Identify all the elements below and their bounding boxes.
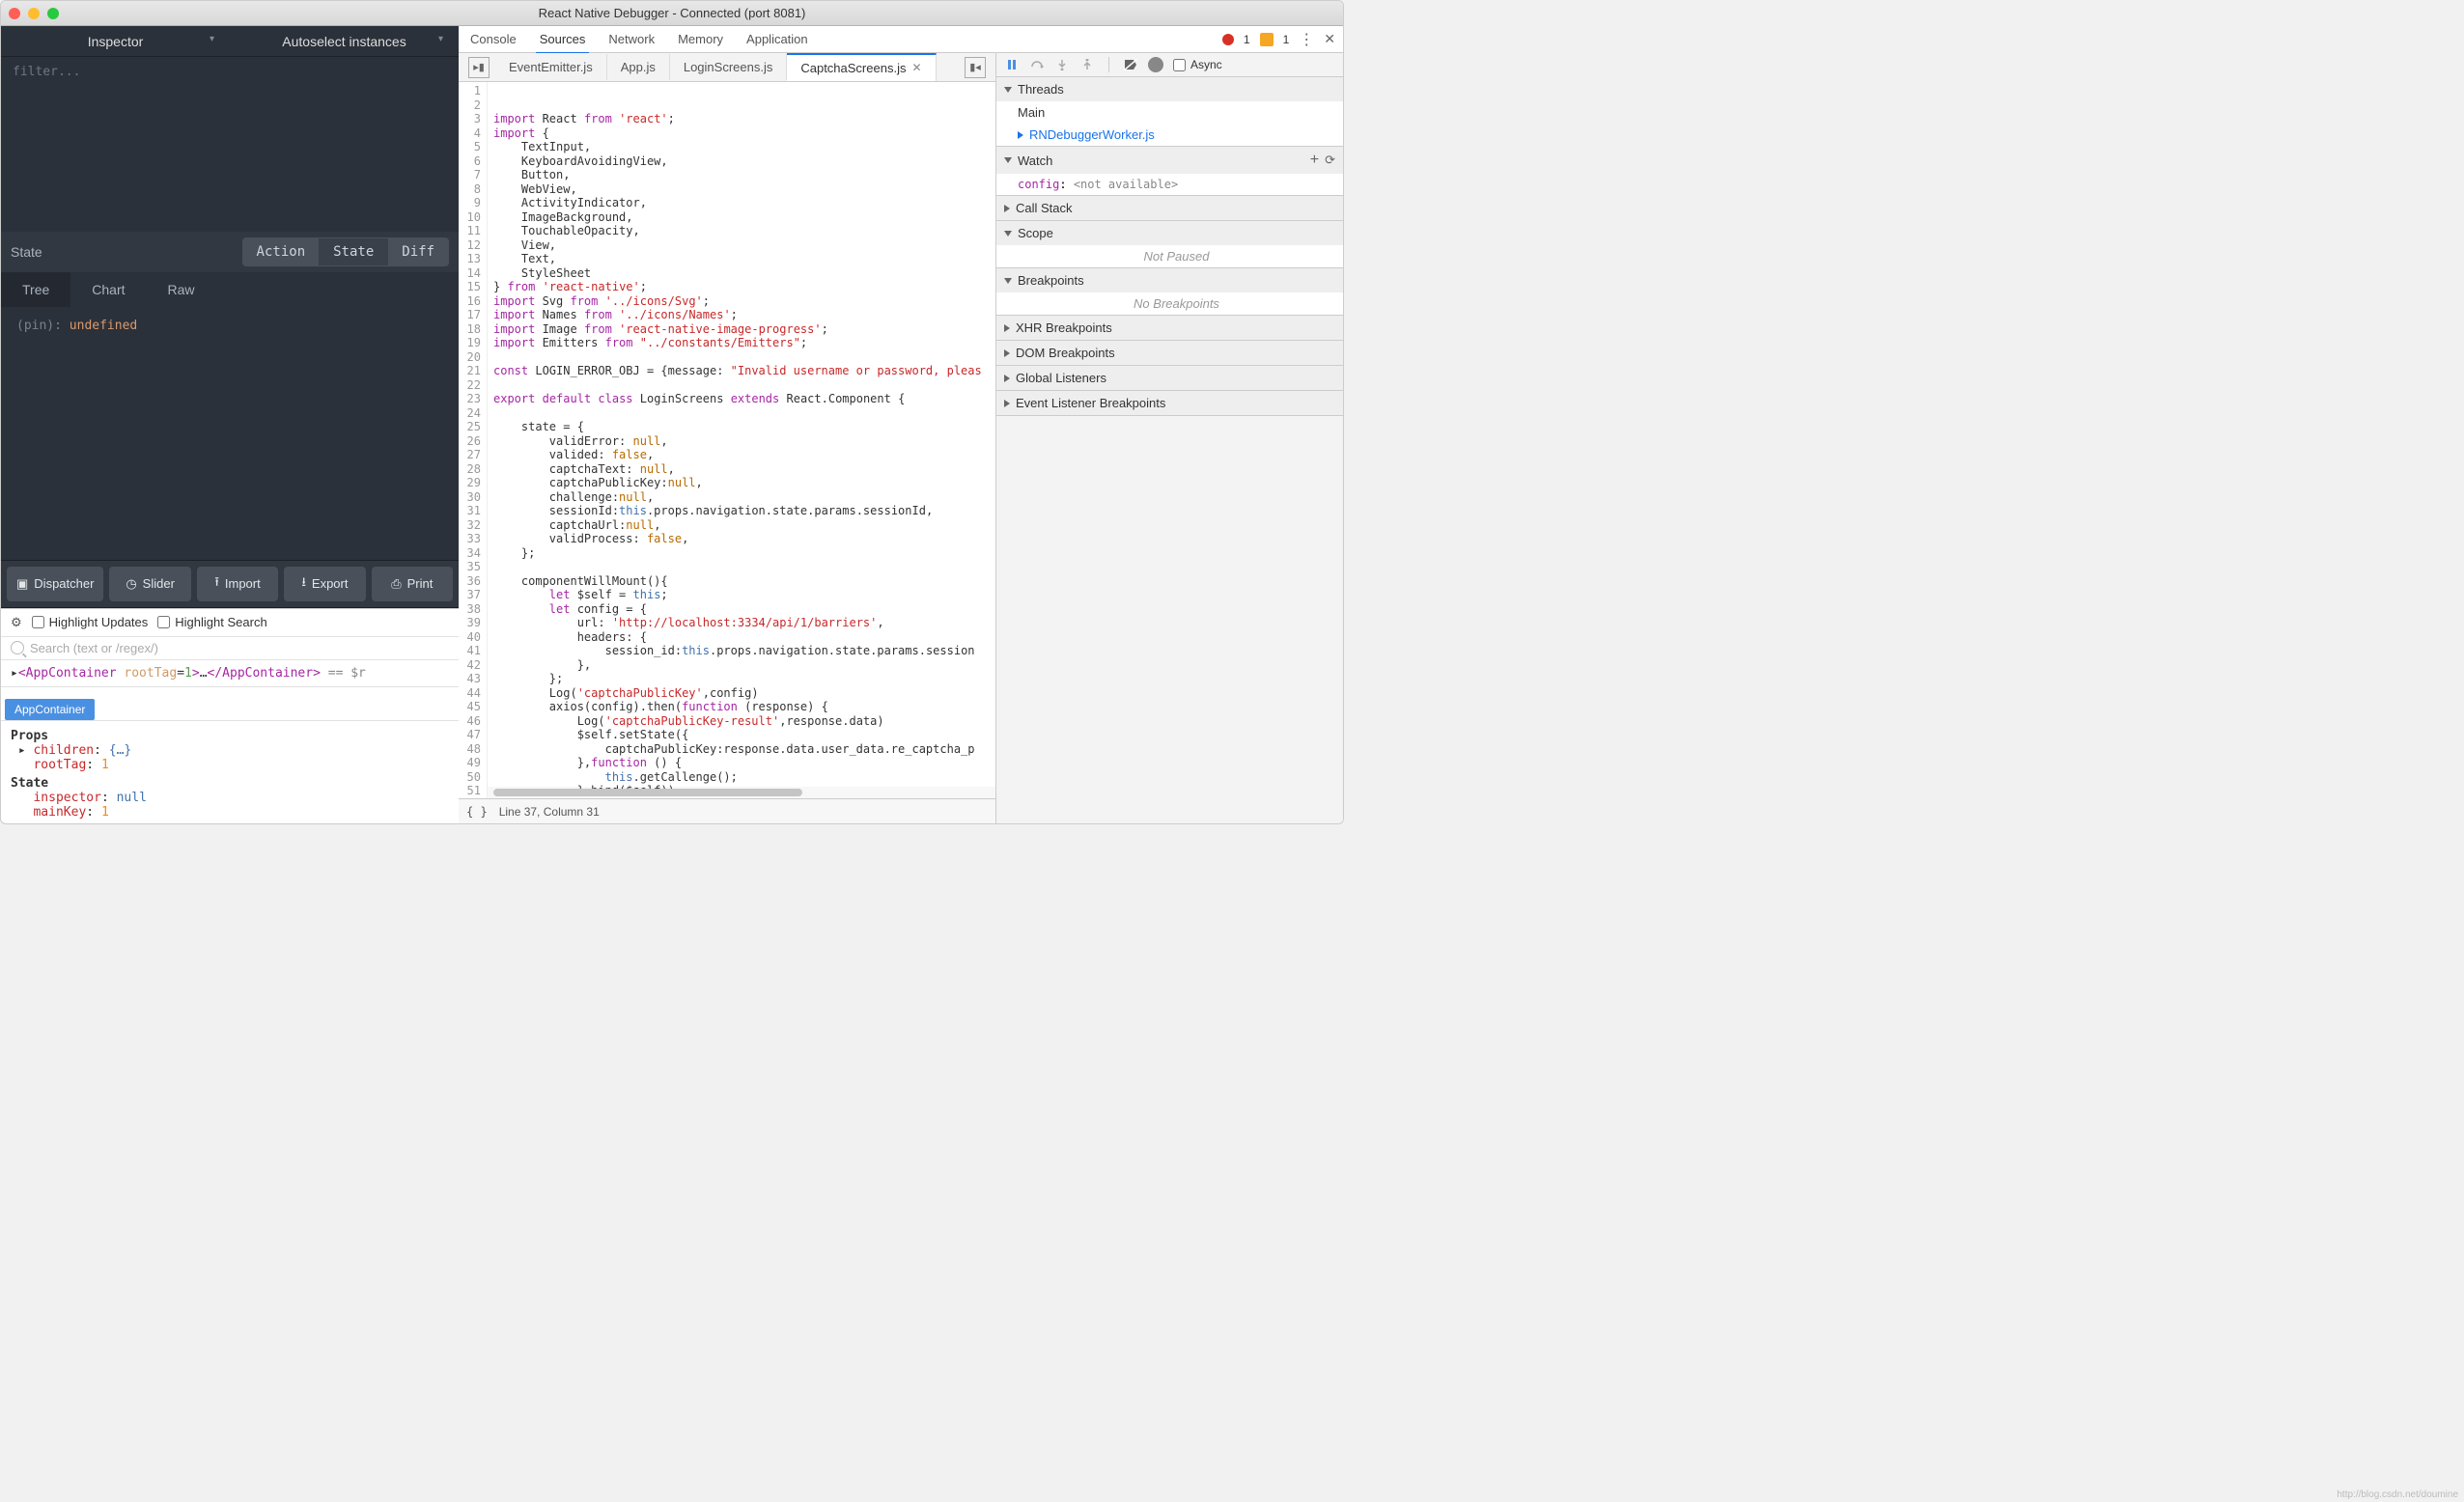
refresh-watch-icon[interactable]: ⟳ — [1325, 153, 1335, 168]
scope-not-paused: Not Paused — [996, 245, 1343, 267]
pause-on-exceptions-button[interactable] — [1148, 57, 1163, 72]
view-tree[interactable]: Tree — [1, 272, 70, 307]
arrow-right-icon — [1018, 131, 1023, 139]
async-checkbox[interactable]: Async — [1173, 58, 1222, 71]
export-button[interactable]: ⭳Export — [284, 567, 365, 601]
tab-memory[interactable]: Memory — [674, 26, 727, 52]
thread-main[interactable]: Main — [996, 101, 1343, 124]
search-icon — [11, 641, 24, 654]
dispatcher-button[interactable]: ▣Dispatcher — [7, 567, 103, 601]
tab-sources[interactable]: Sources — [536, 26, 590, 54]
inspector-dropdown[interactable]: Inspector — [1, 28, 230, 55]
more-icon[interactable]: ⋮ — [1299, 30, 1314, 49]
titlebar: React Native Debugger - Connected (port … — [1, 1, 1343, 26]
file-tab-1[interactable]: App.js — [607, 54, 670, 80]
window-title: React Native Debugger - Connected (port … — [1, 6, 1343, 20]
step-over-button[interactable] — [1029, 57, 1045, 72]
cursor-position: Line 37, Column 31 — [499, 805, 600, 819]
file-tab-2[interactable]: LoginScreens.js — [670, 54, 788, 80]
highlight-updates-checkbox[interactable]: Highlight Updates — [32, 615, 149, 629]
tab-console[interactable]: Console — [466, 26, 520, 52]
print-icon: ⎙ — [391, 576, 401, 592]
tab-network[interactable]: Network — [604, 26, 658, 52]
tab-application[interactable]: Application — [742, 26, 812, 52]
highlight-search-checkbox[interactable]: Highlight Search — [157, 615, 266, 629]
close-window-button[interactable] — [9, 8, 20, 19]
add-watch-icon[interactable]: + — [1310, 152, 1319, 169]
props-panel: Props ▸ children: {…} rootTag: 1 State i… — [1, 720, 459, 823]
slider-button[interactable]: ◷Slider — [109, 567, 190, 601]
xhr-breakpoints-header[interactable]: XHR Breakpoints — [996, 316, 1343, 340]
file-tab-3[interactable]: CaptchaScreens.js✕ — [787, 53, 936, 81]
close-devtools-icon[interactable]: ✕ — [1324, 31, 1335, 47]
pin-row: (pin): undefined — [1, 307, 459, 345]
format-icon[interactable]: { } — [466, 805, 488, 819]
view-chart[interactable]: Chart — [70, 272, 146, 307]
state-label: State — [11, 244, 42, 260]
filter-input[interactable]: filter... — [1, 57, 459, 87]
breadcrumb[interactable]: AppContainer — [5, 699, 95, 720]
step-out-button[interactable] — [1079, 57, 1095, 72]
seg-action[interactable]: Action — [243, 238, 321, 265]
upload-icon: ⭱ — [214, 573, 219, 595]
deactivate-breakpoints-button[interactable] — [1123, 57, 1138, 72]
resume-button[interactable] — [1004, 57, 1020, 72]
debugger-toggle-icon[interactable]: ▮◂ — [965, 57, 986, 78]
threads-header[interactable]: Threads — [996, 77, 1343, 101]
autoselect-dropdown[interactable]: Autoselect instances — [230, 28, 459, 55]
seg-diff[interactable]: Diff — [388, 238, 448, 265]
scope-header[interactable]: Scope — [996, 221, 1343, 245]
error-icon[interactable] — [1222, 34, 1234, 45]
seg-state[interactable]: State — [320, 238, 388, 265]
watch-header[interactable]: Watch+⟳ — [996, 147, 1343, 174]
warning-icon[interactable] — [1260, 33, 1274, 46]
global-listeners-header[interactable]: Global Listeners — [996, 366, 1343, 390]
line-gutter: 1234567891011121314151617181920212223242… — [459, 82, 488, 798]
code-editor[interactable]: import React from 'react';import { TextI… — [488, 82, 995, 798]
terminal-icon: ▣ — [16, 576, 28, 592]
navigator-toggle-icon[interactable]: ▸▮ — [468, 57, 490, 78]
view-raw[interactable]: Raw — [147, 272, 216, 307]
minimize-window-button[interactable] — [28, 8, 40, 19]
search-input[interactable]: Search (text or /regex/) — [30, 641, 158, 655]
horizontal-scrollbar[interactable] — [488, 787, 995, 798]
callstack-header[interactable]: Call Stack — [996, 196, 1343, 220]
gear-icon[interactable]: ⚙ — [11, 615, 22, 630]
breakpoints-header[interactable]: Breakpoints — [996, 268, 1343, 292]
clock-icon: ◷ — [126, 576, 136, 592]
print-button[interactable]: ⎙Print — [372, 567, 453, 601]
import-button[interactable]: ⭱Import — [197, 567, 278, 601]
download-icon: ⭳ — [301, 573, 306, 595]
no-breakpoints: No Breakpoints — [996, 292, 1343, 315]
file-tab-0[interactable]: EventEmitter.js — [495, 54, 607, 80]
close-tab-icon[interactable]: ✕ — [911, 61, 921, 74]
maximize-window-button[interactable] — [47, 8, 59, 19]
watch-item[interactable]: config: <not available> — [996, 174, 1343, 195]
event-listener-breakpoints-header[interactable]: Event Listener Breakpoints — [996, 391, 1343, 415]
step-into-button[interactable] — [1054, 57, 1070, 72]
component-tree-row[interactable]: ▸<AppContainer rootTag=1>…</AppContainer… — [1, 660, 459, 687]
dom-breakpoints-header[interactable]: DOM Breakpoints — [996, 341, 1343, 365]
thread-worker[interactable]: RNDebuggerWorker.js — [996, 124, 1343, 146]
